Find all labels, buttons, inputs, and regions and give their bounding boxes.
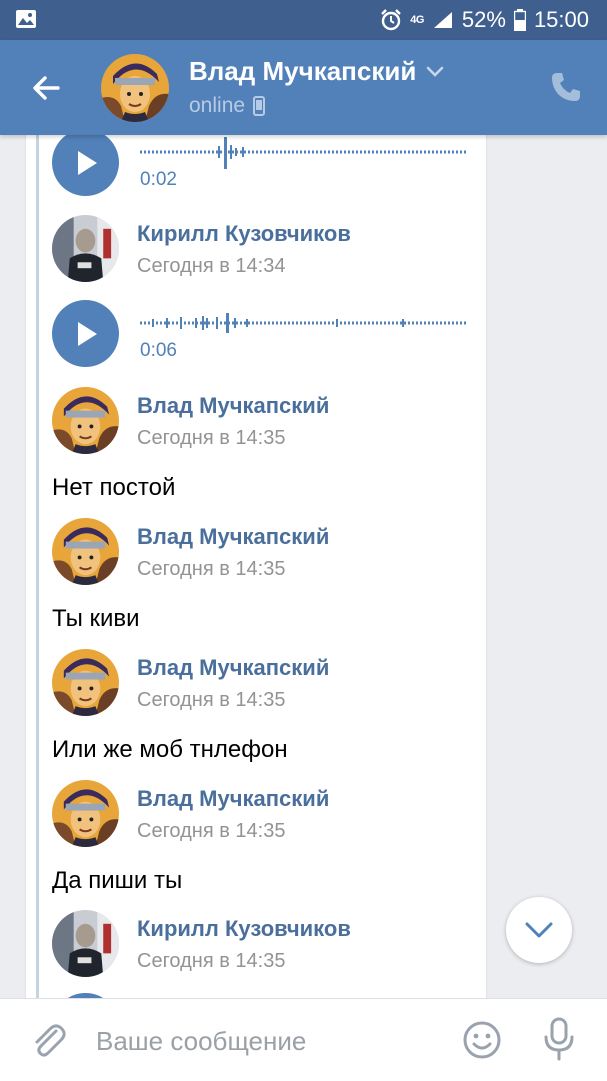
- message-text: Или же моб тнлефон: [52, 736, 288, 763]
- sender-name[interactable]: Влад Мучкапский: [137, 786, 329, 812]
- sender-name[interactable]: Влад Мучкапский: [137, 655, 329, 681]
- sender-name[interactable]: Влад Мучкапский: [137, 524, 329, 550]
- message-header: Влад Мучкапский Сегодня в 14:35: [52, 387, 492, 457]
- mobile-phone-icon: [253, 96, 266, 116]
- chevron-down-icon: [427, 66, 444, 77]
- message-time: Сегодня в 14:35: [137, 427, 286, 449]
- play-button[interactable]: [52, 135, 119, 196]
- message-header: Влад Мучкапский Сегодня в 14:35: [52, 518, 492, 588]
- scroll-down-button[interactable]: [506, 897, 572, 963]
- back-button[interactable]: [26, 68, 66, 108]
- phone-icon: [552, 73, 580, 101]
- avatar[interactable]: [52, 215, 119, 282]
- play-icon: [78, 322, 97, 346]
- avatar[interactable]: [52, 518, 119, 585]
- sender-name[interactable]: Влад Мучкапский: [137, 393, 329, 419]
- message-header: Кирилл Кузовчиков Сегодня в 14:35: [52, 910, 492, 980]
- message-header: Влад Мучкапский Сегодня в 14:35: [52, 780, 492, 850]
- message-time: Сегодня в 14:35: [137, 950, 286, 972]
- message-text: Ты киви: [52, 605, 140, 632]
- clock: 15:00: [533, 7, 589, 32]
- avatar[interactable]: [52, 387, 119, 454]
- sender-name[interactable]: Кирилл Кузовчиков: [137, 221, 351, 247]
- battery-icon: [513, 9, 526, 31]
- message-input[interactable]: [96, 1021, 436, 1061]
- message-composer: [0, 998, 607, 1081]
- contact-name: Влад Мучкапский: [189, 56, 417, 86]
- audio-duration: 0:02: [140, 169, 177, 190]
- audio-waveform[interactable]: [140, 308, 466, 342]
- contact-title[interactable]: Влад Мучкапский: [189, 56, 444, 87]
- avatar[interactable]: [52, 649, 119, 716]
- signal-icon: [433, 12, 452, 28]
- audio-waveform[interactable]: [140, 137, 466, 171]
- paperclip-icon: [35, 1024, 66, 1057]
- message-list[interactable]: 0:02 Кирилл Кузовчиков Сегодня в 14:34 0…: [0, 135, 607, 998]
- emoji-button[interactable]: [462, 1020, 502, 1060]
- arrow-left-icon: [33, 76, 60, 100]
- message-time: Сегодня в 14:35: [137, 558, 286, 580]
- call-button[interactable]: [549, 70, 583, 104]
- avatar[interactable]: [52, 910, 119, 977]
- message-header: Влад Мучкапский Сегодня в 14:35: [52, 649, 492, 719]
- avatar[interactable]: [52, 780, 119, 847]
- chevron-down-icon: [525, 922, 553, 938]
- network-type: 4G: [410, 14, 424, 26]
- forward-line: [36, 135, 39, 998]
- audio-duration: 0:06: [140, 340, 177, 361]
- message-time: Сегодня в 14:35: [137, 689, 286, 711]
- battery-percent: 52%: [461, 7, 506, 32]
- sender-name[interactable]: Кирилл Кузовчиков: [137, 916, 351, 942]
- smiley-icon: [463, 1021, 501, 1059]
- gallery-icon: [16, 10, 36, 28]
- attach-button[interactable]: [30, 1019, 66, 1059]
- message-time: Сегодня в 14:34: [137, 255, 286, 277]
- audio-message: 0:06: [52, 300, 492, 370]
- chat-header: Влад Мучкапский online: [0, 40, 607, 135]
- audio-message: 0:02: [52, 135, 492, 199]
- message-header: Кирилл Кузовчиков Сегодня в 14:34: [52, 215, 492, 285]
- alarm-icon: [381, 9, 402, 31]
- message-text: Нет постой: [52, 474, 176, 501]
- status-bar: 4G 52% 15:00: [0, 0, 607, 40]
- contact-avatar[interactable]: [101, 54, 169, 122]
- play-button[interactable]: [52, 300, 119, 367]
- contact-status: online: [189, 94, 266, 118]
- play-icon: [78, 151, 97, 175]
- message-time: Сегодня в 14:35: [137, 820, 286, 842]
- online-status: online: [189, 94, 246, 117]
- message-text: Да пиши ты: [52, 867, 183, 894]
- microphone-icon: [544, 1017, 574, 1061]
- mic-button[interactable]: [541, 1017, 577, 1061]
